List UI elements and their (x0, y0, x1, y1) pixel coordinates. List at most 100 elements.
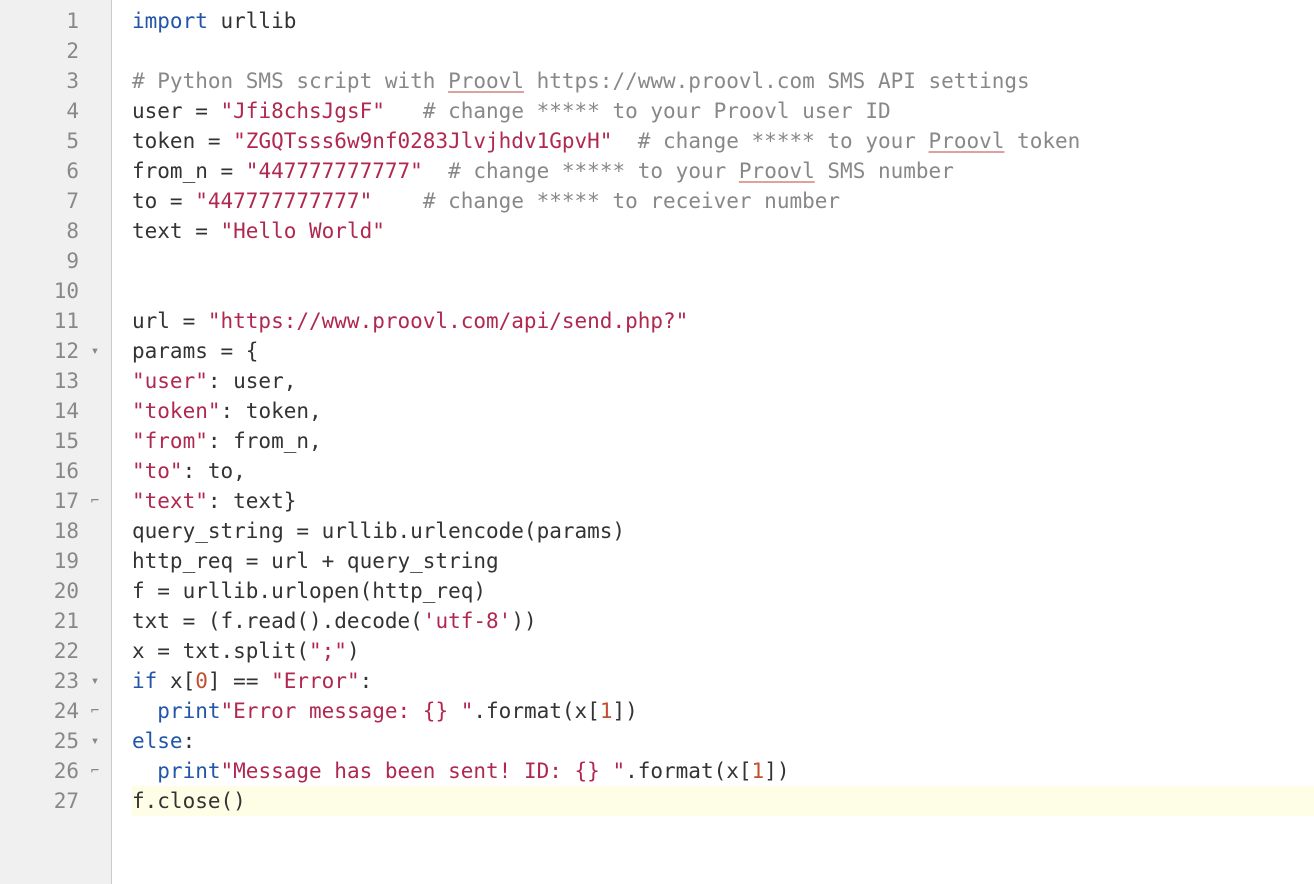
code-token: url = (132, 309, 208, 333)
code-line[interactable]: text = "Hello World" (132, 216, 1314, 246)
line-number: 24 (31, 696, 79, 726)
code-token: 0 (195, 669, 208, 693)
code-line[interactable]: query_string = urllib.urlencode(params) (132, 516, 1314, 546)
code-token: : (360, 669, 373, 693)
code-token: ]) (612, 699, 637, 723)
code-line[interactable] (132, 276, 1314, 306)
code-token: import (132, 9, 208, 33)
code-token: "to" (132, 459, 183, 483)
code-token: : token, (221, 399, 322, 423)
code-line[interactable]: token = "ZGQTsss6w9nf0283Jlvjhdv1GpvH" #… (132, 126, 1314, 156)
code-token: Proovl (739, 159, 815, 183)
code-token: # Python SMS script with (132, 69, 448, 93)
fold-marker[interactable]: ⌐ (85, 756, 105, 786)
code-token: .format(x[ (473, 699, 599, 723)
code-token: x[ (157, 669, 195, 693)
gutter-row: 19 (0, 546, 111, 576)
code-editor[interactable]: import urllib # Python SMS script with Pr… (112, 0, 1314, 884)
code-line[interactable]: "token": token, (132, 396, 1314, 426)
code-token: from_n = (132, 159, 246, 183)
fold-marker[interactable]: ▾ (85, 666, 105, 696)
line-number: 15 (31, 426, 79, 456)
code-line[interactable] (132, 36, 1314, 66)
code-line[interactable]: if x[0] == "Error": (132, 666, 1314, 696)
gutter-row: 11 (0, 306, 111, 336)
line-number: 6 (31, 156, 79, 186)
gutter-row: 16 (0, 456, 111, 486)
code-token: # change ***** to your (638, 129, 929, 153)
gutter-row: 12▾ (0, 336, 111, 366)
code-line[interactable]: url = "https://www.proovl.com/api/send.p… (132, 306, 1314, 336)
line-number: 21 (31, 606, 79, 636)
code-line[interactable]: to = "447777777777" # change ***** to re… (132, 186, 1314, 216)
line-number: 4 (31, 96, 79, 126)
line-number: 3 (31, 66, 79, 96)
code-line[interactable]: from_n = "447777777777" # change ***** t… (132, 156, 1314, 186)
code-token: params = { (132, 339, 258, 363)
code-token: query_string = urllib.urlencode(params) (132, 519, 625, 543)
code-token (385, 99, 423, 123)
code-token: "text" (132, 489, 208, 513)
code-line[interactable]: "to": to, (132, 456, 1314, 486)
code-line[interactable]: "text": text} (132, 486, 1314, 516)
gutter-row: 8 (0, 216, 111, 246)
gutter-row: 15 (0, 426, 111, 456)
code-token: ) (347, 639, 360, 663)
code-line[interactable]: "from": from_n, (132, 426, 1314, 456)
code-token (423, 159, 448, 183)
code-token: )) (511, 609, 536, 633)
gutter-row: 27 (0, 786, 111, 816)
gutter-row: 26⌐ (0, 756, 111, 786)
code-line[interactable]: txt = (f.read().decode('utf-8')) (132, 606, 1314, 636)
fold-marker[interactable]: ▾ (85, 336, 105, 366)
code-token: urllib (208, 9, 297, 33)
code-token: f = urllib.urlopen(http_req) (132, 579, 486, 603)
code-line[interactable]: http_req = url + query_string (132, 546, 1314, 576)
code-token: "Hello World" (221, 219, 385, 243)
code-line[interactable]: print"Error message: {} ".format(x[1]) (132, 696, 1314, 726)
code-line[interactable]: params = { (132, 336, 1314, 366)
code-token: Proovl (448, 69, 524, 93)
code-line[interactable]: x = txt.split(";") (132, 636, 1314, 666)
code-token: "https://www.proovl.com/api/send.php?" (208, 309, 688, 333)
line-number: 27 (31, 786, 79, 816)
line-number: 1 (31, 6, 79, 36)
code-line[interactable]: print"Message has been sent! ID: {} ".fo… (132, 756, 1314, 786)
fold-marker[interactable]: ⌐ (85, 486, 105, 516)
code-line[interactable] (132, 246, 1314, 276)
code-line[interactable]: f.close() (132, 786, 1314, 816)
code-token: SMS number (815, 159, 954, 183)
code-token: f.close() (132, 789, 246, 813)
code-token: http_req = url + query_string (132, 549, 499, 573)
gutter-row: 21 (0, 606, 111, 636)
code-token: print (157, 699, 220, 723)
code-token: "447777777777" (195, 189, 372, 213)
gutter-row: 22 (0, 636, 111, 666)
code-line[interactable]: # Python SMS script with Proovl https://… (132, 66, 1314, 96)
code-line[interactable]: else: (132, 726, 1314, 756)
code-token: token = (132, 129, 233, 153)
code-line[interactable]: f = urllib.urlopen(http_req) (132, 576, 1314, 606)
code-token: text = (132, 219, 221, 243)
line-number: 26 (31, 756, 79, 786)
gutter-row: 25▾ (0, 726, 111, 756)
gutter-row: 13 (0, 366, 111, 396)
code-token: : text} (208, 489, 297, 513)
code-token: to = (132, 189, 195, 213)
gutter-row: 5 (0, 126, 111, 156)
line-number: 25 (31, 726, 79, 756)
fold-marker[interactable]: ▾ (85, 726, 105, 756)
code-token: https://www.proovl.com SMS API settings (524, 69, 1030, 93)
code-token: : user, (208, 369, 297, 393)
code-token (372, 189, 423, 213)
fold-marker[interactable]: ⌐ (85, 696, 105, 726)
line-number: 9 (31, 246, 79, 276)
code-line[interactable]: user = "Jfi8chsJgsF" # change ***** to y… (132, 96, 1314, 126)
line-number: 7 (31, 186, 79, 216)
code-token: 1 (600, 699, 613, 723)
code-line[interactable]: import urllib (132, 6, 1314, 36)
gutter-row: 1 (0, 6, 111, 36)
code-token: "Jfi8chsJgsF" (221, 99, 385, 123)
gutter-row: 23▾ (0, 666, 111, 696)
code-line[interactable]: "user": user, (132, 366, 1314, 396)
